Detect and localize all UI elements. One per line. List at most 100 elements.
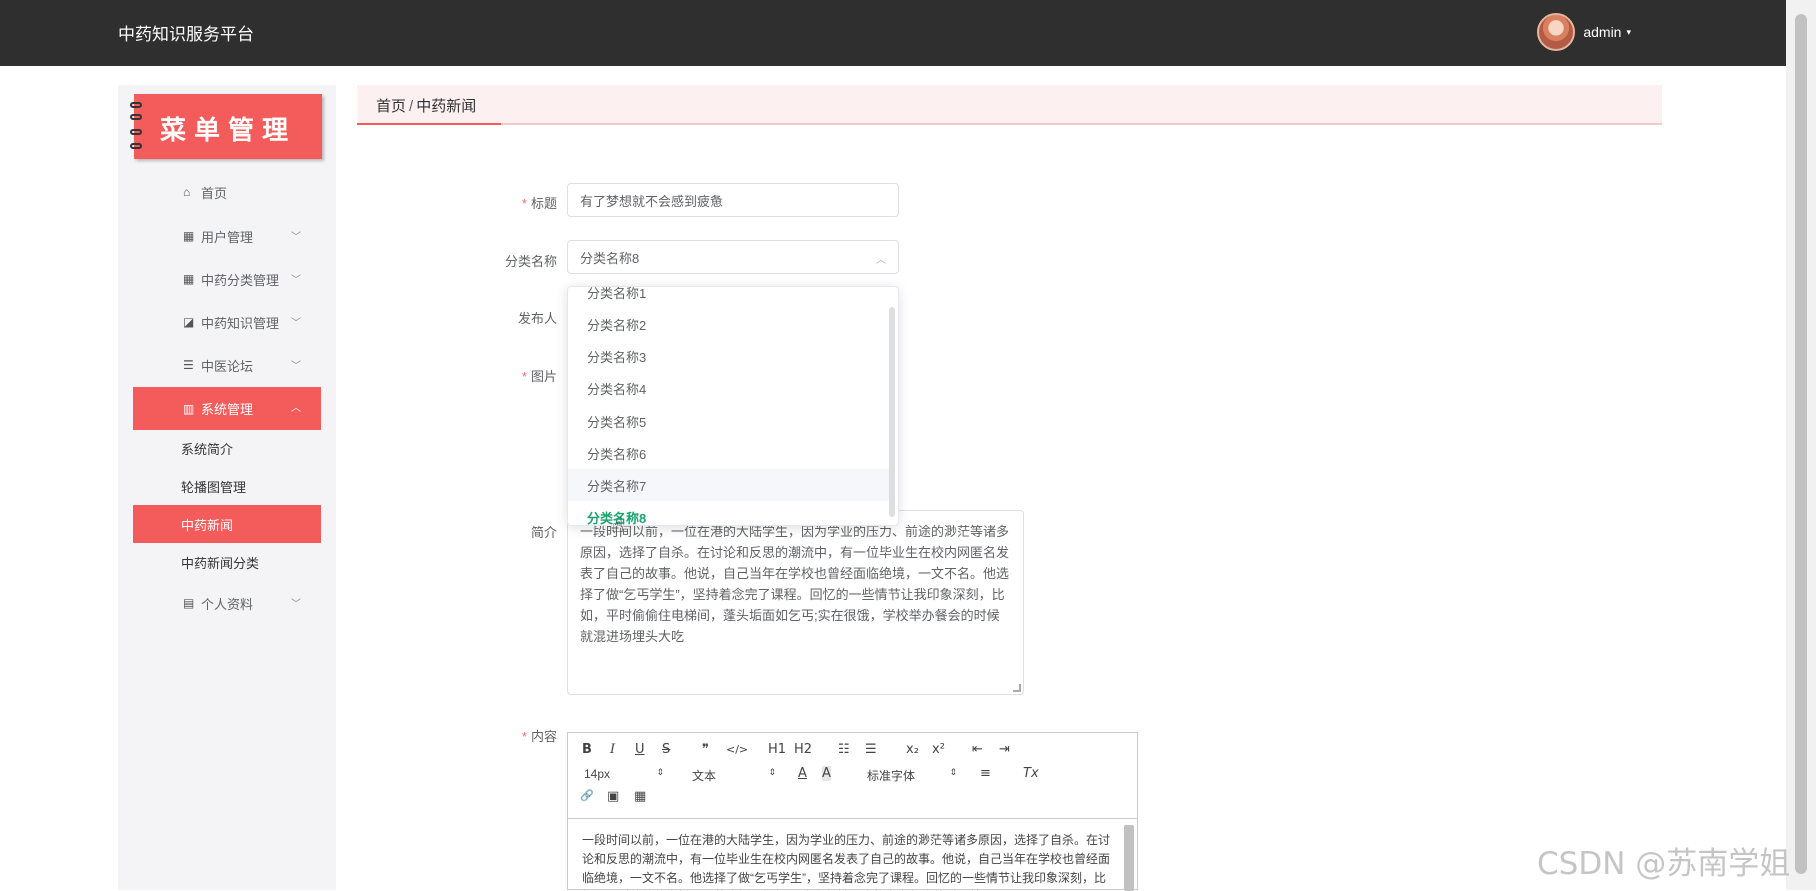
subscript-icon[interactable]: x₂ — [906, 742, 919, 757]
sidebar-item-label: 用户管理 — [201, 229, 254, 245]
watermark: CSDN @苏南学姐 — [1537, 846, 1791, 882]
sidebar-item-label: 系统管理 — [201, 402, 254, 417]
select-arrows-icon: ⇕ — [949, 767, 957, 777]
sidebar-item-label: 个人资料 — [201, 596, 254, 612]
align-icon[interactable]: ≡ — [980, 766, 991, 781]
title-input[interactable]: 有了梦想就不会感到疲惫 — [567, 183, 899, 217]
dropdown-option[interactable]: 分类名称3 — [568, 340, 890, 372]
background-color-icon[interactable]: A — [822, 766, 831, 781]
top-navbar: 中药知识服务平台 admin ▾ — [0, 0, 1786, 66]
heading2-icon[interactable]: H2 — [794, 742, 812, 757]
home-icon: ⌂ — [183, 185, 191, 199]
image-icon[interactable]: ▣ — [607, 789, 619, 804]
sidebar-item-home[interactable]: ⌂ 首页 — [133, 172, 321, 212]
font-family-value: 标准字体 — [867, 769, 916, 783]
breadcrumb-underline — [357, 123, 501, 125]
dropdown-option[interactable]: 分类名称5 — [568, 405, 890, 437]
sidebar-subitem-carousel[interactable]: 轮播图管理 — [133, 467, 321, 505]
list-icon: ☰ — [183, 358, 194, 372]
page-scrollbar-thumb[interactable] — [1795, 14, 1807, 874]
bullet-list-icon[interactable]: ☰ — [865, 742, 877, 757]
sidebar-item-users[interactable]: ▦ 用户管理 ﹀ — [133, 216, 321, 256]
app-title: 中药知识服务平台 — [118, 25, 254, 44]
intro-textarea[interactable]: 一段时间以前，一位在港的大陆学生，因为学业的压力、前途的渺茫等诸多原因，选择了自… — [567, 510, 1024, 695]
chart-icon: ◪ — [183, 315, 195, 329]
editor-scrollbar[interactable] — [1124, 825, 1134, 891]
select-arrows-icon: ⇕ — [656, 767, 664, 777]
sidebar-item-label: 中药分类管理 — [201, 272, 280, 288]
required-mark: * — [521, 196, 527, 211]
caret-down-icon[interactable]: ▾ — [1626, 27, 1631, 38]
font-family-select[interactable]: 标准字体 ⇕ — [867, 767, 957, 784]
chevron-down-icon: ﹀ — [291, 275, 301, 286]
chevron-down-icon: ﹀ — [291, 232, 301, 243]
clean-format-icon[interactable]: Tx — [1023, 766, 1039, 781]
header-select[interactable]: 文本 ⇕ — [692, 767, 776, 784]
dropdown-option-hovered[interactable]: 分类名称7 — [568, 469, 890, 501]
italic-icon[interactable]: I — [610, 742, 615, 757]
underline-icon[interactable]: U — [635, 742, 645, 757]
sidebar-subitem-system-intro[interactable]: 系统简介 — [133, 429, 321, 467]
strikethrough-icon[interactable]: S — [662, 742, 670, 757]
sidebar-item-forum[interactable]: ☰ 中医论坛 ﹀ — [133, 345, 321, 385]
chevron-down-icon: ﹀ — [291, 361, 301, 372]
superscript-icon[interactable]: x² — [932, 742, 945, 757]
sidebar-subitem-herb-news[interactable]: 中药新闻 — [133, 505, 321, 543]
chevron-down-icon: ﹀ — [291, 599, 301, 610]
sidebar-subitem-news-category[interactable]: 中药新闻分类 — [133, 543, 321, 581]
menu-banner-title: 菜单管理 — [159, 116, 296, 146]
required-mark: * — [521, 729, 527, 744]
grid-icon: ▦ — [183, 272, 195, 286]
sidebar-item-system[interactable]: ▥ 系统管理 ︿ — [133, 387, 321, 430]
title-label-text: 标题 — [530, 196, 557, 211]
video-icon[interactable]: ▦ — [634, 789, 646, 804]
select-arrows-icon: ⇕ — [768, 767, 776, 777]
intro-text: 一段时间以前，一位在港的大陆学生，因为学业的压力、前途的渺茫等诸多原因，选择了自… — [580, 524, 1010, 644]
font-size-value: 14px — [584, 767, 611, 781]
breadcrumb-current: 中药新闻 — [416, 98, 477, 115]
dropdown-option[interactable]: 分类名称4 — [568, 372, 890, 404]
sidebar-item-profile[interactable]: ▤ 个人资料 ﹀ — [133, 583, 321, 623]
font-color-icon[interactable]: A — [798, 766, 807, 781]
chevron-up-icon: ︿ — [291, 403, 301, 414]
blockquote-icon[interactable]: ❞ — [702, 742, 709, 757]
intro-label: 简介 — [530, 525, 557, 540]
chevron-down-icon: ﹀ — [291, 318, 301, 329]
breadcrumb: 首页 / 中药新闻 — [376, 95, 476, 116]
ordered-list-icon[interactable]: ☷ — [838, 742, 850, 757]
image-label: * 图片 — [457, 366, 557, 385]
avatar[interactable] — [1537, 13, 1576, 51]
code-block-icon[interactable]: </> — [726, 743, 748, 756]
bold-icon[interactable]: B — [582, 742, 592, 757]
category-label: 分类名称 — [504, 254, 557, 269]
sidebar: 菜单管理 ⌂ 首页 ▦ 用户管理 ﹀ ▦ 中药分类管理 ﹀ ◪ 中药知识管理 ﹀… — [118, 85, 336, 890]
dropdown-option[interactable]: 分类名称1 — [568, 287, 890, 308]
user-menu[interactable]: admin ▾ — [1537, 13, 1631, 51]
indent-icon[interactable]: ⇥ — [999, 742, 1010, 757]
required-mark: * — [521, 369, 527, 384]
dropdown-option[interactable]: 分类名称6 — [568, 437, 890, 469]
editor-content[interactable]: 一段时间以前，一位在港的大陆学生，因为学业的压力、前途的渺茫等诸多原因，选择了自… — [568, 819, 1137, 891]
heading1-icon[interactable]: H1 — [768, 742, 786, 757]
chevron-up-icon: ︿ — [876, 255, 886, 266]
menu-banner: 菜单管理 — [130, 94, 322, 159]
sidebar-item-label: 中医论坛 — [201, 358, 254, 374]
category-select[interactable]: 分类名称8 ︿ — [567, 240, 899, 274]
sidebar-item-herb-category[interactable]: ▦ 中药分类管理 ﹀ — [133, 259, 321, 299]
link-icon[interactable]: 🔗 — [580, 789, 594, 802]
content-label-text: 内容 — [530, 729, 557, 744]
font-size-select[interactable]: 14px ⇕ — [584, 767, 664, 781]
sidebar-item-herb-knowledge[interactable]: ◪ 中药知识管理 ﹀ — [133, 302, 321, 342]
system-icon: ▥ — [183, 401, 195, 416]
rich-text-editor[interactable]: B I U S ❞ </> H1 H2 ☷ ☰ x₂ x² ⇤ ⇥ 14px ⇕ … — [567, 732, 1138, 891]
resize-handle-icon[interactable] — [1013, 684, 1021, 692]
dropdown-option[interactable]: 分类名称2 — [568, 308, 890, 340]
category-select-value: 分类名称8 — [580, 250, 640, 266]
username[interactable]: admin — [1583, 24, 1621, 40]
binder-ring-icon — [130, 102, 142, 108]
editor-toolbar: B I U S ❞ </> H1 H2 ☷ ☰ x₂ x² ⇤ ⇥ 14px ⇕ … — [568, 733, 1137, 819]
page-scrollbar[interactable] — [1786, 0, 1816, 890]
outdent-icon[interactable]: ⇤ — [972, 742, 983, 757]
dropdown-scrollbar[interactable] — [889, 307, 895, 517]
breadcrumb-home[interactable]: 首页 — [376, 98, 406, 115]
